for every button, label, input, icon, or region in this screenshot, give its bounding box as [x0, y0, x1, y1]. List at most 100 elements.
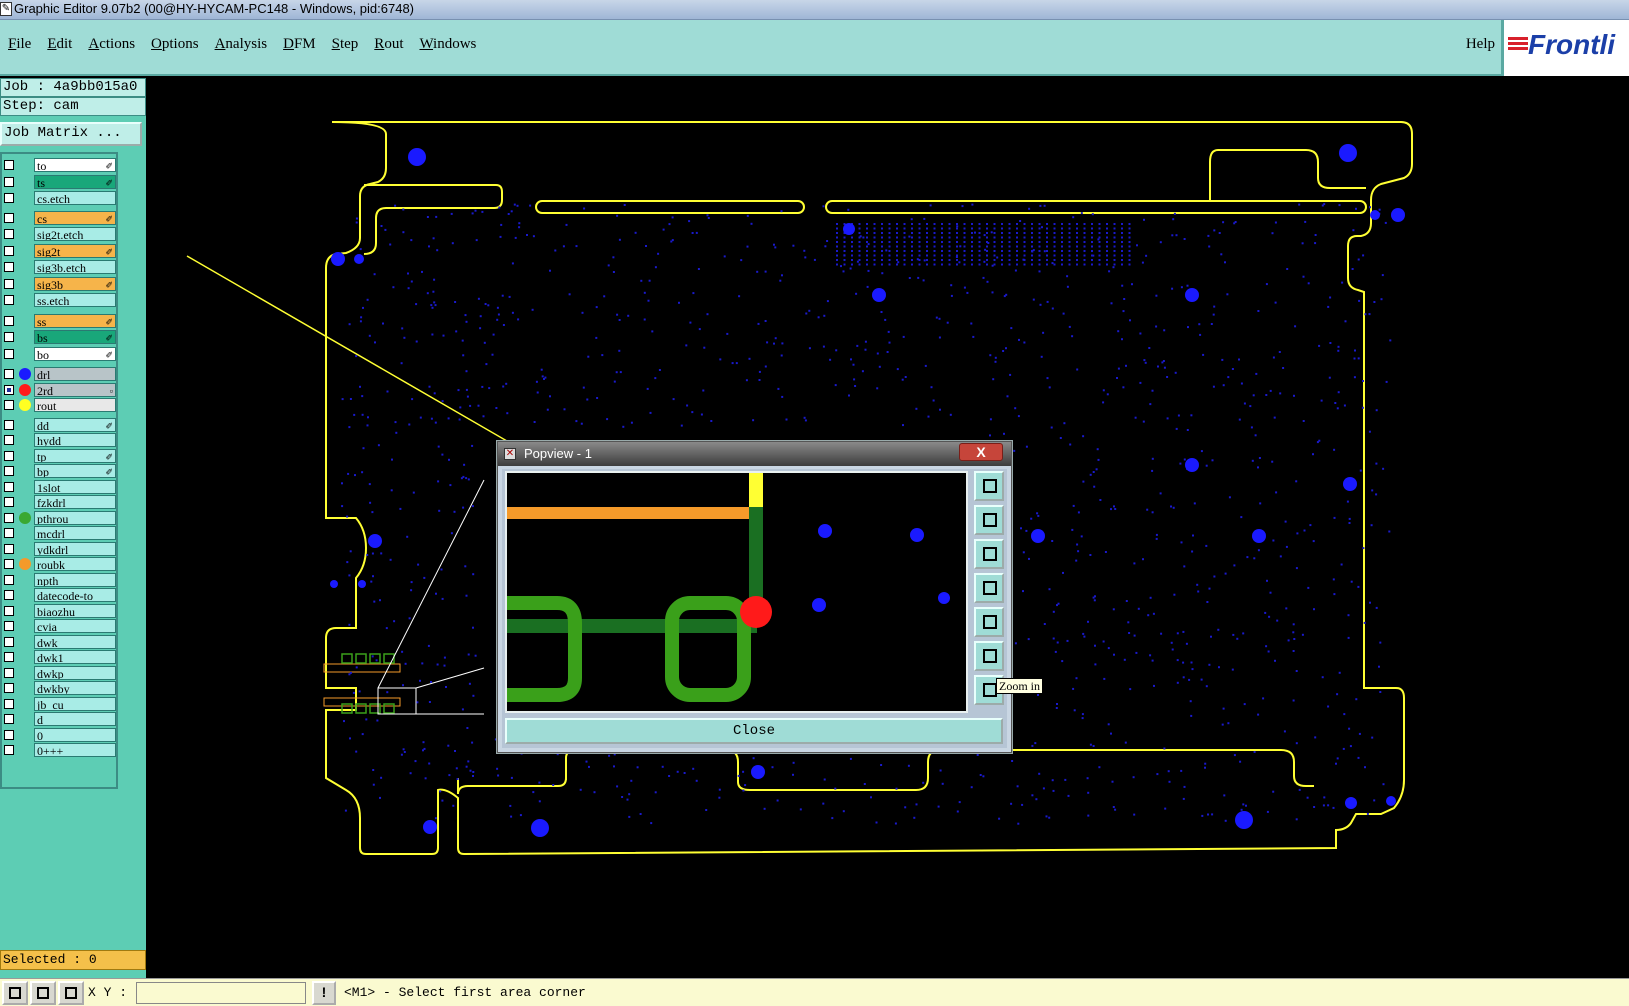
select-icon[interactable] [2, 981, 28, 1005]
layer-checkbox[interactable] [4, 729, 14, 740]
menu-rout[interactable]: Rout [374, 36, 403, 53]
layer-checkbox[interactable] [4, 315, 14, 326]
layer-name[interactable]: dwk [34, 634, 116, 649]
layer-name[interactable]: drl [34, 367, 116, 381]
layer-checkbox[interactable] [4, 176, 14, 187]
menu-analysis[interactable]: Analysis [215, 36, 268, 53]
layer-name[interactable]: rout [34, 398, 116, 412]
layer-name[interactable]: jb_cu [34, 696, 116, 711]
layer-checkbox[interactable] [4, 714, 14, 724]
layer-name[interactable]: datecode-to [34, 588, 116, 602]
layer-checkbox[interactable] [4, 278, 14, 289]
layer-checkbox[interactable] [4, 384, 14, 395]
layer-row[interactable]: dwk1 [2, 650, 118, 664]
layer-row[interactable]: fzkdrl [2, 495, 118, 509]
layer-checkbox[interactable] [4, 245, 14, 256]
job-matrix-button[interactable]: Job Matrix ... [0, 122, 142, 146]
layer-checkbox[interactable] [4, 262, 14, 272]
zoom-in-icon[interactable] [974, 641, 1004, 671]
layer-row[interactable]: ss ✐ [2, 313, 118, 328]
message-button[interactable]: ! [312, 981, 336, 1005]
layer-name[interactable]: dwk1 [34, 650, 116, 664]
pan-left-icon[interactable] [974, 573, 1004, 603]
layer-checkbox[interactable] [4, 348, 14, 359]
menu-help[interactable]: Help [1466, 36, 1495, 53]
popview-close-button[interactable]: Close [505, 718, 1003, 744]
layer-name[interactable]: bs ✐ [34, 330, 116, 344]
layer-checkbox[interactable] [4, 621, 14, 631]
layer-row[interactable]: tp ✐ [2, 448, 118, 463]
layer-name[interactable]: to ✐ [34, 158, 116, 172]
layer-checkbox[interactable] [4, 193, 14, 203]
layer-row[interactable]: d [2, 712, 118, 726]
layer-checkbox[interactable] [4, 295, 14, 305]
layer-row[interactable]: npth [2, 572, 118, 587]
layer-row[interactable]: hydd [2, 433, 118, 447]
layer-checkbox[interactable] [4, 574, 14, 585]
layer-name[interactable]: ss.etch [34, 293, 116, 307]
popview-viewport[interactable] [505, 471, 968, 713]
layer-name[interactable]: 2rd ▫ [34, 382, 116, 397]
layer-checkbox[interactable] [4, 543, 14, 554]
layer-name[interactable]: sig3b ✐ [34, 276, 116, 291]
layer-checkbox[interactable] [4, 683, 14, 693]
layer-name[interactable]: bo ✐ [34, 346, 116, 361]
layer-row[interactable]: cvia [2, 619, 118, 633]
layer-row[interactable]: jb_cu [2, 696, 118, 711]
layer-name[interactable]: cvia [34, 619, 116, 633]
layer-name[interactable]: 1slot [34, 479, 116, 494]
layer-checkbox[interactable] [4, 698, 14, 709]
layer-row[interactable]: sig3b ✐ [2, 276, 118, 291]
layer-checkbox[interactable] [4, 667, 14, 678]
zoom-fit-icon[interactable] [974, 471, 1004, 501]
layer-checkbox[interactable] [4, 400, 14, 410]
layer-checkbox[interactable] [4, 512, 14, 523]
grid-icon[interactable] [58, 981, 84, 1005]
layer-name[interactable]: dwkp [34, 665, 116, 680]
layer-row[interactable]: dwkp [2, 665, 118, 680]
layer-row[interactable]: bp ✐ [2, 464, 118, 478]
layer-row[interactable]: rout [2, 398, 118, 412]
layer-checkbox[interactable] [4, 466, 14, 476]
layer-name[interactable]: tp ✐ [34, 448, 116, 463]
popview-titlebar[interactable]: ✕ Popview - 1 X [498, 442, 1011, 466]
layer-name[interactable]: hydd [34, 433, 116, 447]
layer-checkbox[interactable] [4, 745, 14, 755]
layer-row[interactable]: cs.etch [2, 191, 118, 205]
layer-name[interactable]: ss ✐ [34, 313, 116, 328]
layer-checkbox[interactable] [4, 605, 14, 616]
layer-row[interactable]: bo ✐ [2, 346, 118, 361]
layer-row[interactable]: 0 [2, 727, 118, 742]
layer-name[interactable]: ydkdrl [34, 541, 116, 556]
layer-checkbox[interactable] [4, 369, 14, 379]
layer-row[interactable]: ts ✐ [2, 174, 118, 189]
xy-input[interactable] [136, 982, 306, 1004]
layer-row[interactable]: mcdrl [2, 526, 118, 540]
layer-row[interactable]: to ✐ [2, 158, 118, 172]
layer-name[interactable]: sig3b.etch [34, 260, 116, 274]
layer-row[interactable]: drl [2, 367, 118, 381]
pan-up-icon[interactable] [974, 505, 1004, 535]
layer-name[interactable]: sig2t.etch [34, 227, 116, 241]
menu-windows[interactable]: Windows [419, 36, 476, 53]
layer-row[interactable]: biaozhu [2, 603, 118, 618]
layer-name[interactable]: pthrou [34, 510, 116, 525]
layer-row[interactable]: roubk [2, 557, 118, 571]
layer-name[interactable]: bp ✐ [34, 464, 116, 478]
layer-name[interactable]: dd ✐ [34, 417, 116, 432]
menu-file[interactable]: File [8, 36, 31, 53]
layer-checkbox[interactable] [4, 450, 14, 461]
layer-row[interactable]: sig2t.etch [2, 227, 118, 241]
layer-row[interactable]: sig3b.etch [2, 260, 118, 274]
layer-name[interactable]: dwkby [34, 681, 116, 695]
layer-checkbox[interactable] [4, 636, 14, 647]
layer-name[interactable]: roubk [34, 557, 116, 571]
layer-name[interactable]: 0 [34, 727, 116, 742]
layer-name[interactable]: mcdrl [34, 526, 116, 540]
layer-name[interactable]: biaozhu [34, 603, 116, 618]
measure-icon[interactable] [30, 981, 56, 1005]
layer-name[interactable]: fzkdrl [34, 495, 116, 509]
menu-actions[interactable]: Actions [88, 36, 135, 53]
layer-checkbox[interactable] [4, 481, 14, 492]
layer-row[interactable]: dd ✐ [2, 417, 118, 432]
